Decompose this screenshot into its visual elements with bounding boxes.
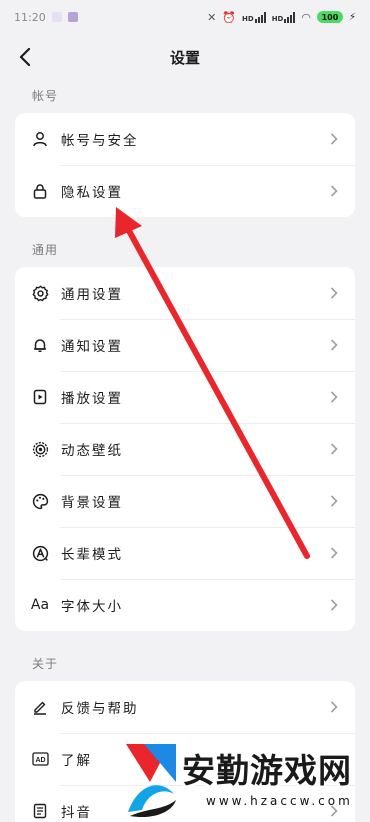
settings-row-notification[interactable]: 通知设置 [15,319,355,371]
elder-icon [31,544,49,562]
signal-icon-1: HD [242,11,266,23]
title-bar: 设置 [0,34,370,80]
chevron-right-icon [329,700,339,714]
settings-row-live-wallpaper[interactable]: 动态壁纸 [15,423,355,475]
row-label: 通知设置 [61,339,123,355]
settings-row-feedback[interactable]: 反馈与帮助 [15,681,355,733]
row-label: 动态壁纸 [61,443,123,459]
chevron-right-icon [329,132,339,146]
status-time: 11:20 [14,10,46,24]
charging-icon: ⚡ [348,11,356,23]
settings-row-privacy[interactable]: 隐私设置 [15,165,355,217]
row-label: 播放设置 [61,391,123,407]
settings-row-background[interactable]: 背景设置 [15,475,355,527]
section-label-about: 关于 [32,657,59,671]
edit-icon [31,698,49,716]
chevron-right-icon [329,598,339,612]
chevron-right-icon [329,804,339,818]
about-card: 反馈与帮助 AD 了解 抖音 [15,681,355,822]
row-label: 背景设置 [61,495,123,511]
section-label-general: 通用 [32,243,59,257]
palette-icon [31,492,49,510]
row-label: 帐号与安全 [61,133,139,149]
chevron-right-icon [329,390,339,404]
chevron-right-icon [329,546,339,560]
settings-row-account-security[interactable]: 帐号与安全 [15,113,355,165]
settings-row-playback[interactable]: 播放设置 [15,371,355,423]
settings-row-douyin[interactable]: 抖音 [15,785,355,822]
document-icon [31,802,49,820]
row-label: 了解 [61,753,92,769]
chevron-right-icon [329,494,339,508]
chevron-right-icon [329,442,339,456]
app-notification-icon-2 [67,12,78,22]
lock-icon [31,182,49,200]
battery-level: 100 [321,12,339,22]
mute-icon: ✕ [207,10,217,24]
settings-row-font-size[interactable]: Aa 字体大小 [15,579,355,631]
play-icon [31,388,49,406]
row-label: 长辈模式 [61,547,123,563]
wifi-icon: ◠ [301,10,311,24]
row-label: 字体大小 [61,599,123,615]
settings-row-elder-mode[interactable]: 长辈模式 [15,527,355,579]
alarm-icon: ⏰ [222,10,237,24]
settings-row-general[interactable]: 通用设置 [15,267,355,319]
settings-row-about-ad[interactable]: AD 了解 [15,733,355,785]
bell-icon [31,336,49,354]
signal-icon-2: HD [272,11,296,23]
page-title: 设置 [169,48,200,67]
account-card: 帐号与安全 隐私设置 [15,113,355,217]
general-card: 通用设置 通知设置 播放设置 动态壁纸 背景设置 长辈模式 Aa 字体大小 [15,267,355,631]
row-label: 反馈与帮助 [61,701,139,717]
chevron-right-icon [329,338,339,352]
section-label-account: 帐号 [32,89,59,103]
battery-icon: 100 [316,11,343,23]
back-button[interactable] [12,44,38,70]
chevron-right-icon [329,752,339,766]
person-icon [31,130,49,148]
status-bar: 11:20 ✕ ⏰ HD HD ◠ 100 ⚡ [0,0,370,34]
font-icon: Aa [30,597,50,613]
svg-text:AD: AD [35,757,45,764]
row-label: 抖音 [61,805,92,821]
ad-icon: AD [31,750,49,768]
gear-icon [31,284,49,302]
target-icon [31,440,49,458]
chevron-right-icon [329,184,339,198]
chevron-left-icon [19,48,31,66]
row-label: 隐私设置 [61,185,123,201]
row-label: 通用设置 [61,287,123,303]
app-notification-icon [51,12,62,22]
chevron-right-icon [329,286,339,300]
